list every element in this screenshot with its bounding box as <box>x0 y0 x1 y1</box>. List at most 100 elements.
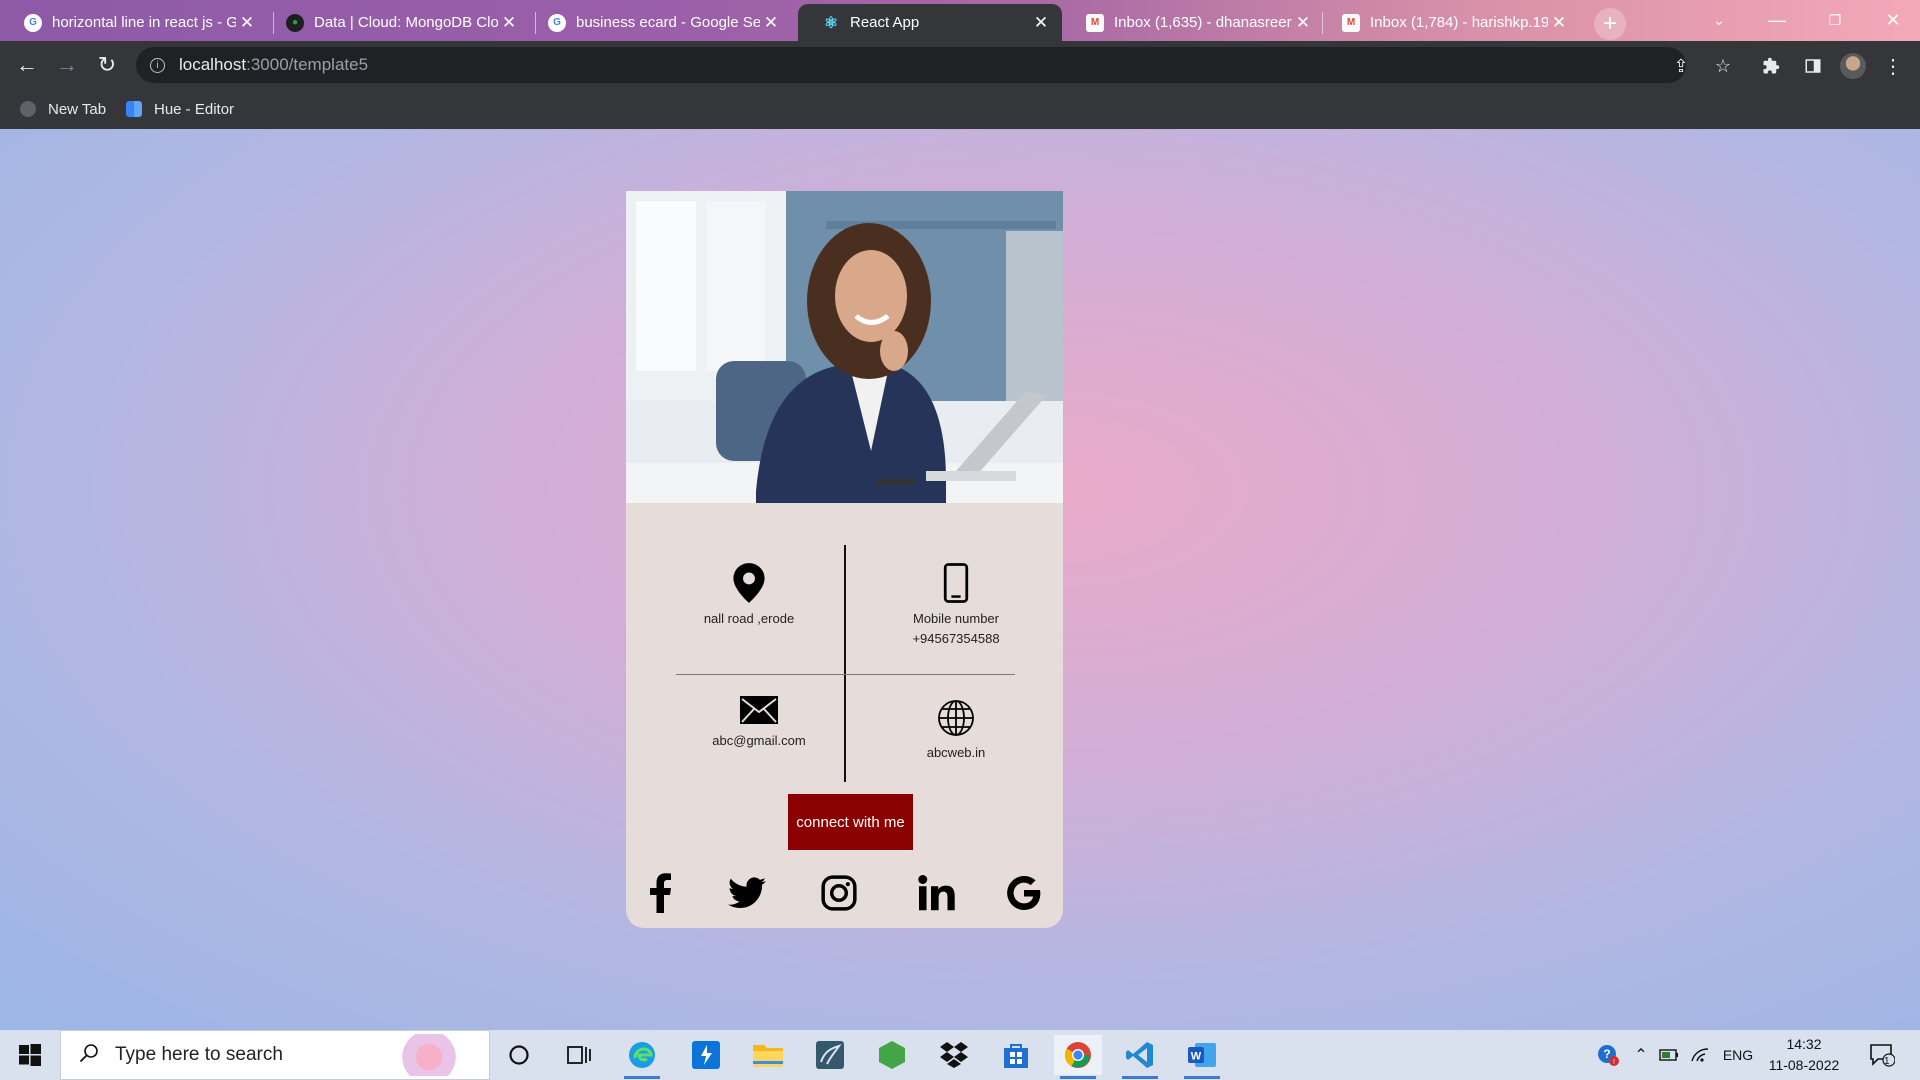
close-icon[interactable]: ✕ <box>236 13 258 33</box>
reload-icon[interactable]: ↻ <box>92 50 122 80</box>
location-item: nall road ,erode <box>664 563 834 629</box>
google-icon[interactable] <box>1002 871 1046 915</box>
notification-count: 1 <box>1884 1056 1890 1067</box>
close-icon[interactable]: ✕ <box>1292 13 1314 33</box>
tab-react-app[interactable]: ⚛ React App ✕ <box>798 4 1062 41</box>
show-hidden-icons-chevron-icon[interactable]: ⌃ <box>1630 1030 1652 1080</box>
gmail-icon: M <box>1342 13 1360 32</box>
file-explorer-icon[interactable] <box>744 1035 792 1075</box>
windows-taskbar: Type here to search W ?! ⌃ ENG 14:32 11-… <box>0 1030 1920 1080</box>
mobile-label: Mobile number <box>913 611 999 626</box>
help-badge-icon[interactable]: ?! <box>1594 1030 1622 1080</box>
star-icon[interactable]: ☆ <box>1710 53 1736 79</box>
mysql-workbench-icon[interactable] <box>806 1035 854 1075</box>
window-close-icon[interactable]: ✕ <box>1864 0 1920 41</box>
restore-icon[interactable]: ❐ <box>1806 0 1864 41</box>
language-indicator[interactable]: ENG <box>1718 1030 1758 1080</box>
cortana-icon[interactable] <box>495 1035 543 1075</box>
wifi-icon[interactable] <box>1688 1030 1714 1080</box>
gmail-icon: M <box>1086 13 1104 32</box>
envelope-icon <box>740 696 778 724</box>
bookmarks-bar: New Tab Hue - Editor <box>0 89 1920 130</box>
google-icon: G <box>24 13 42 32</box>
linkedin-icon[interactable] <box>915 871 959 915</box>
forward-arrow-icon[interactable]: → <box>52 50 82 80</box>
menu-kebab-icon[interactable]: ⋮ <box>1880 53 1906 79</box>
chrome-icon[interactable] <box>1054 1035 1102 1079</box>
connect-with-me-button[interactable]: connect with me <box>788 794 913 850</box>
microsoft-store-icon[interactable] <box>992 1035 1040 1075</box>
url-path: :3000/template5 <box>246 55 369 74</box>
mobile-number: +94567354588 <box>912 631 1000 646</box>
power-automate-icon[interactable] <box>682 1035 730 1075</box>
vscode-icon[interactable] <box>1116 1035 1164 1079</box>
notification-center-icon[interactable]: 1 <box>1862 1030 1902 1080</box>
mongodb-icon: ● <box>286 13 304 32</box>
website-item: abcweb.in <box>871 699 1041 763</box>
address-url: localhost:3000/template5 <box>179 55 368 75</box>
google-icon: G <box>548 13 566 32</box>
dropbox-icon[interactable] <box>930 1035 978 1075</box>
tab-title: React App <box>850 14 920 31</box>
globe-icon <box>938 700 974 736</box>
edge-icon[interactable] <box>618 1035 666 1079</box>
share-icon[interactable]: ⇪ <box>1668 53 1694 79</box>
browser-toolbar: ← → ↻ i localhost:3000/template5 ⇪ ☆ ⋮ <box>0 41 1920 89</box>
info-icon[interactable]: i <box>150 57 165 73</box>
profile-photo <box>626 191 1063 503</box>
search-icon <box>79 1043 99 1068</box>
clock-time: 14:32 <box>1786 1036 1822 1052</box>
svg-text:W: W <box>1191 1051 1202 1063</box>
page-viewport: nall road ,erode Mobile number +94567354… <box>0 129 1920 1030</box>
email-text[interactable]: abc@gmail.com <box>712 733 805 748</box>
nodejs-icon[interactable] <box>868 1035 916 1075</box>
word-icon[interactable]: W <box>1178 1035 1226 1079</box>
facebook-icon[interactable] <box>639 871 683 915</box>
close-icon[interactable]: ✕ <box>760 13 782 33</box>
bookmark-new-tab[interactable]: New Tab <box>20 97 106 121</box>
taskbar-search-box[interactable]: Type here to search <box>60 1030 490 1080</box>
close-icon[interactable]: ✕ <box>1548 13 1570 33</box>
svg-text:!: ! <box>1613 1059 1615 1066</box>
mobile-phone-icon <box>943 563 969 603</box>
mobile-item: Mobile number +94567354588 <box>871 563 1041 649</box>
tab-title: horizontal line in react js - G <box>52 14 236 31</box>
address-bar[interactable]: i localhost:3000/template5 <box>136 47 1686 83</box>
bookmark-hue-editor[interactable]: Hue - Editor <box>126 97 234 121</box>
bookmark-label: Hue - Editor <box>154 100 235 118</box>
tab-title: Inbox (1,635) - dhanasreer <box>1114 14 1292 31</box>
tab-horizontal-line[interactable]: G horizontal line in react js - G ✕ <box>0 4 268 41</box>
tab-business-ecard[interactable]: G business ecard - Google Se ✕ <box>524 4 792 41</box>
system-clock[interactable]: 14:32 11-08-2022 <box>1762 1034 1846 1076</box>
globe-icon <box>20 101 36 117</box>
search-highlight-doodle <box>393 1034 483 1076</box>
task-view-icon[interactable] <box>555 1035 603 1075</box>
tab-search-chevron-icon[interactable]: ⌄ <box>1690 0 1748 41</box>
new-tab-button[interactable]: + <box>1594 8 1626 40</box>
tab-inbox-harish[interactable]: M Inbox (1,784) - harishkp.19c ✕ <box>1318 4 1580 41</box>
search-placeholder: Type here to search <box>115 1044 283 1065</box>
minimize-icon[interactable]: — <box>1748 0 1806 41</box>
close-icon[interactable]: ✕ <box>1030 13 1052 33</box>
back-arrow-icon[interactable]: ← <box>12 50 42 80</box>
close-icon[interactable]: ✕ <box>498 13 520 33</box>
twitter-icon[interactable] <box>725 871 769 915</box>
instagram-icon[interactable] <box>817 871 861 915</box>
windows-start-icon[interactable] <box>0 1030 60 1080</box>
tab-inbox-dhanasree[interactable]: M Inbox (1,635) - dhanasreer ✕ <box>1062 4 1324 41</box>
horizontal-divider <box>676 674 1015 675</box>
website-text[interactable]: abcweb.in <box>927 745 986 760</box>
clock-date: 11-08-2022 <box>1768 1057 1840 1073</box>
tab-title: business ecard - Google Se <box>576 14 760 31</box>
vertical-divider <box>844 545 846 782</box>
location-pin-icon <box>733 563 765 603</box>
react-icon: ⚛ <box>823 14 839 32</box>
battery-icon[interactable] <box>1656 1030 1682 1080</box>
tab-mongodb[interactable]: ● Data | Cloud: MongoDB Clo ✕ <box>262 4 530 41</box>
extensions-puzzle-icon[interactable] <box>1758 53 1784 79</box>
tab-strip: G horizontal line in react js - G ✕ ● Da… <box>0 0 1920 41</box>
profile-avatar[interactable] <box>1840 53 1866 79</box>
side-panel-icon[interactable] <box>1800 53 1826 79</box>
business-card: nall road ,erode Mobile number +94567354… <box>626 191 1063 928</box>
location-text: nall road ,erode <box>703 611 795 626</box>
